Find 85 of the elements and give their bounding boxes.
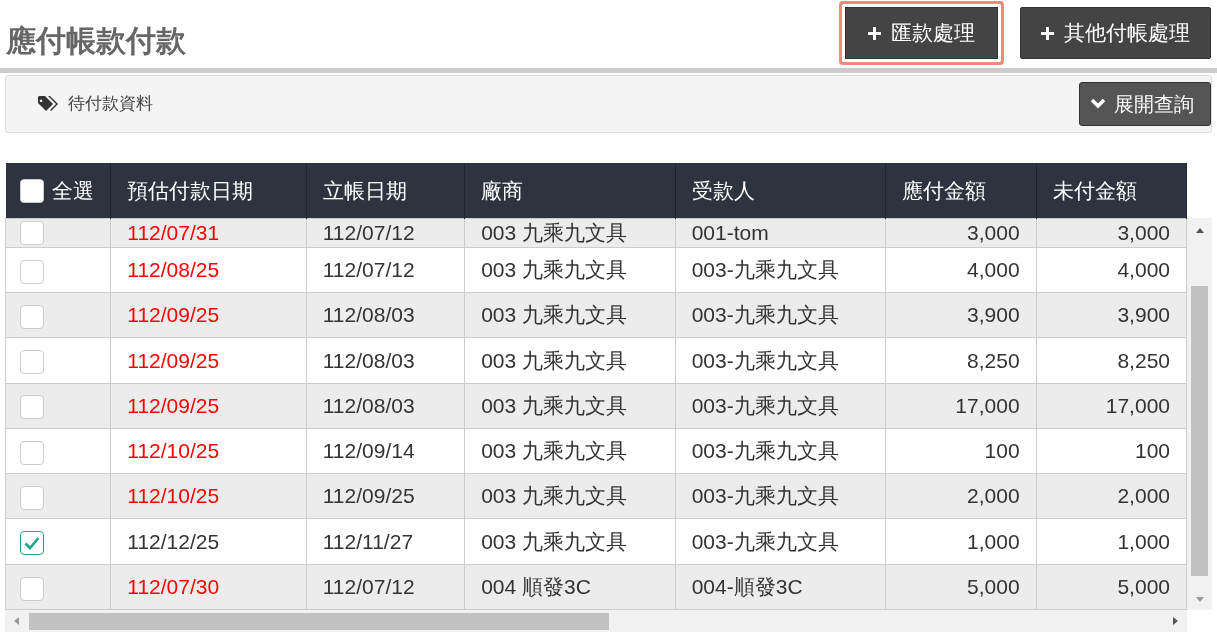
table-cell: 001-tom [675, 218, 886, 248]
table-cell: 17,000 [885, 383, 1037, 429]
plus-icon [1041, 26, 1054, 40]
table-cell: 003-九乘九文具 [675, 473, 886, 519]
column-header: 立帳日期 [306, 163, 465, 218]
checkbox[interactable] [20, 259, 44, 284]
table-cell: 112/11/27 [306, 518, 465, 565]
checkbox[interactable] [20, 440, 44, 465]
table-cell: 112/09/25 [110, 383, 307, 429]
checkbox[interactable] [19, 179, 44, 204]
table-cell: 3,000 [885, 218, 1037, 248]
table-cell: 112/08/03 [306, 383, 465, 429]
table-cell: 003 九乘九文具 [464, 428, 676, 474]
table-cell: 003-九乘九文具 [675, 383, 886, 429]
table-cell: 004 順發3C [464, 564, 676, 610]
table-cell: 112/09/25 [110, 292, 307, 338]
checkbox[interactable] [20, 304, 44, 329]
table-cell: 3,900 [1036, 292, 1187, 338]
table-cell: 112/09/25 [306, 473, 465, 519]
table-cell: 112/08/03 [306, 292, 465, 338]
table-cell: 003 九乘九文具 [464, 218, 676, 248]
table-cell: 17,000 [1036, 383, 1187, 429]
table-cell: 3,000 [1036, 218, 1187, 248]
table-cell: 5,000 [1036, 564, 1187, 610]
table-cell: 1,000 [885, 518, 1037, 565]
table-cell: 112/07/31 [110, 218, 307, 248]
checkbox[interactable] [20, 531, 44, 556]
chevron-down-icon [1090, 98, 1106, 110]
table-cell: 003-九乘九文具 [675, 428, 886, 474]
table-cell: 003-九乘九文具 [675, 337, 886, 383]
checkbox[interactable] [20, 395, 44, 420]
column-header: 預估付款日期 [110, 163, 307, 218]
table-cell: 2,000 [885, 473, 1037, 519]
table-cell: 112/10/25 [110, 473, 307, 519]
vertical-scrollbar[interactable] [1187, 218, 1212, 610]
checkbox[interactable] [20, 576, 44, 601]
table-cell: 003-九乘九文具 [675, 518, 886, 565]
column-header: 未付金額 [1036, 163, 1187, 218]
select-all-header: 全選 [5, 163, 111, 218]
horizontal-scrollbar[interactable] [5, 610, 1187, 632]
table-cell: 4,000 [885, 247, 1037, 293]
table-cell: 003 九乘九文具 [464, 292, 676, 338]
table-cell: 112/09/14 [306, 428, 465, 474]
table-cell: 112/08/25 [110, 247, 307, 293]
table-cell: 2,000 [1036, 473, 1187, 519]
table-cell: 003 九乘九文具 [464, 337, 676, 383]
table-cell: 003-九乘九文具 [675, 247, 886, 293]
checkbox[interactable] [20, 220, 44, 245]
column-header: 應付金額 [885, 163, 1037, 218]
table-cell: 004-順發3C [675, 564, 886, 610]
plus-icon [868, 26, 881, 40]
table-cell: 112/07/12 [306, 218, 465, 248]
checkbox[interactable] [20, 485, 44, 510]
table-cell: 3,900 [885, 292, 1037, 338]
expand-query-button[interactable]: 展開查詢 [1079, 82, 1211, 126]
table-cell: 003 九乘九文具 [464, 518, 676, 565]
table-cell: 112/10/25 [110, 428, 307, 474]
page-title: 應付帳款付款 [6, 23, 186, 59]
table-cell: 8,250 [885, 337, 1037, 383]
table-cell: 112/07/30 [110, 564, 307, 610]
table-cell: 1,000 [1036, 518, 1187, 565]
table-cell: 4,000 [1036, 247, 1187, 293]
action-button[interactable]: 其他付帳處理 [1020, 7, 1211, 59]
tags-icon [38, 96, 60, 112]
table-cell: 112/07/12 [306, 564, 465, 610]
table-cell: 112/09/25 [110, 337, 307, 383]
scroll-down-icon[interactable] [1194, 596, 1205, 604]
table-cell: 112/08/03 [306, 337, 465, 383]
table-cell: 003 九乘九文具 [464, 473, 676, 519]
action-button[interactable]: 匯款處理 [839, 1, 1004, 65]
table-cell: 003-九乘九文具 [675, 292, 886, 338]
panel-label: 待付款資料 [68, 93, 153, 116]
table-cell: 112/12/25 [110, 518, 307, 565]
column-header: 廠商 [464, 163, 676, 218]
scroll-up-icon[interactable] [1194, 226, 1205, 234]
check-icon [24, 536, 40, 551]
table-cell: 5,000 [885, 564, 1037, 610]
table-cell: 112/07/12 [306, 247, 465, 293]
table-cell: 100 [1036, 428, 1187, 474]
checkbox[interactable] [20, 350, 44, 375]
table-cell: 100 [885, 428, 1037, 474]
table-cell: 003 九乘九文具 [464, 247, 676, 293]
table-cell: 8,250 [1036, 337, 1187, 383]
table-cell: 003 九乘九文具 [464, 383, 676, 429]
column-header: 受款人 [675, 163, 886, 218]
